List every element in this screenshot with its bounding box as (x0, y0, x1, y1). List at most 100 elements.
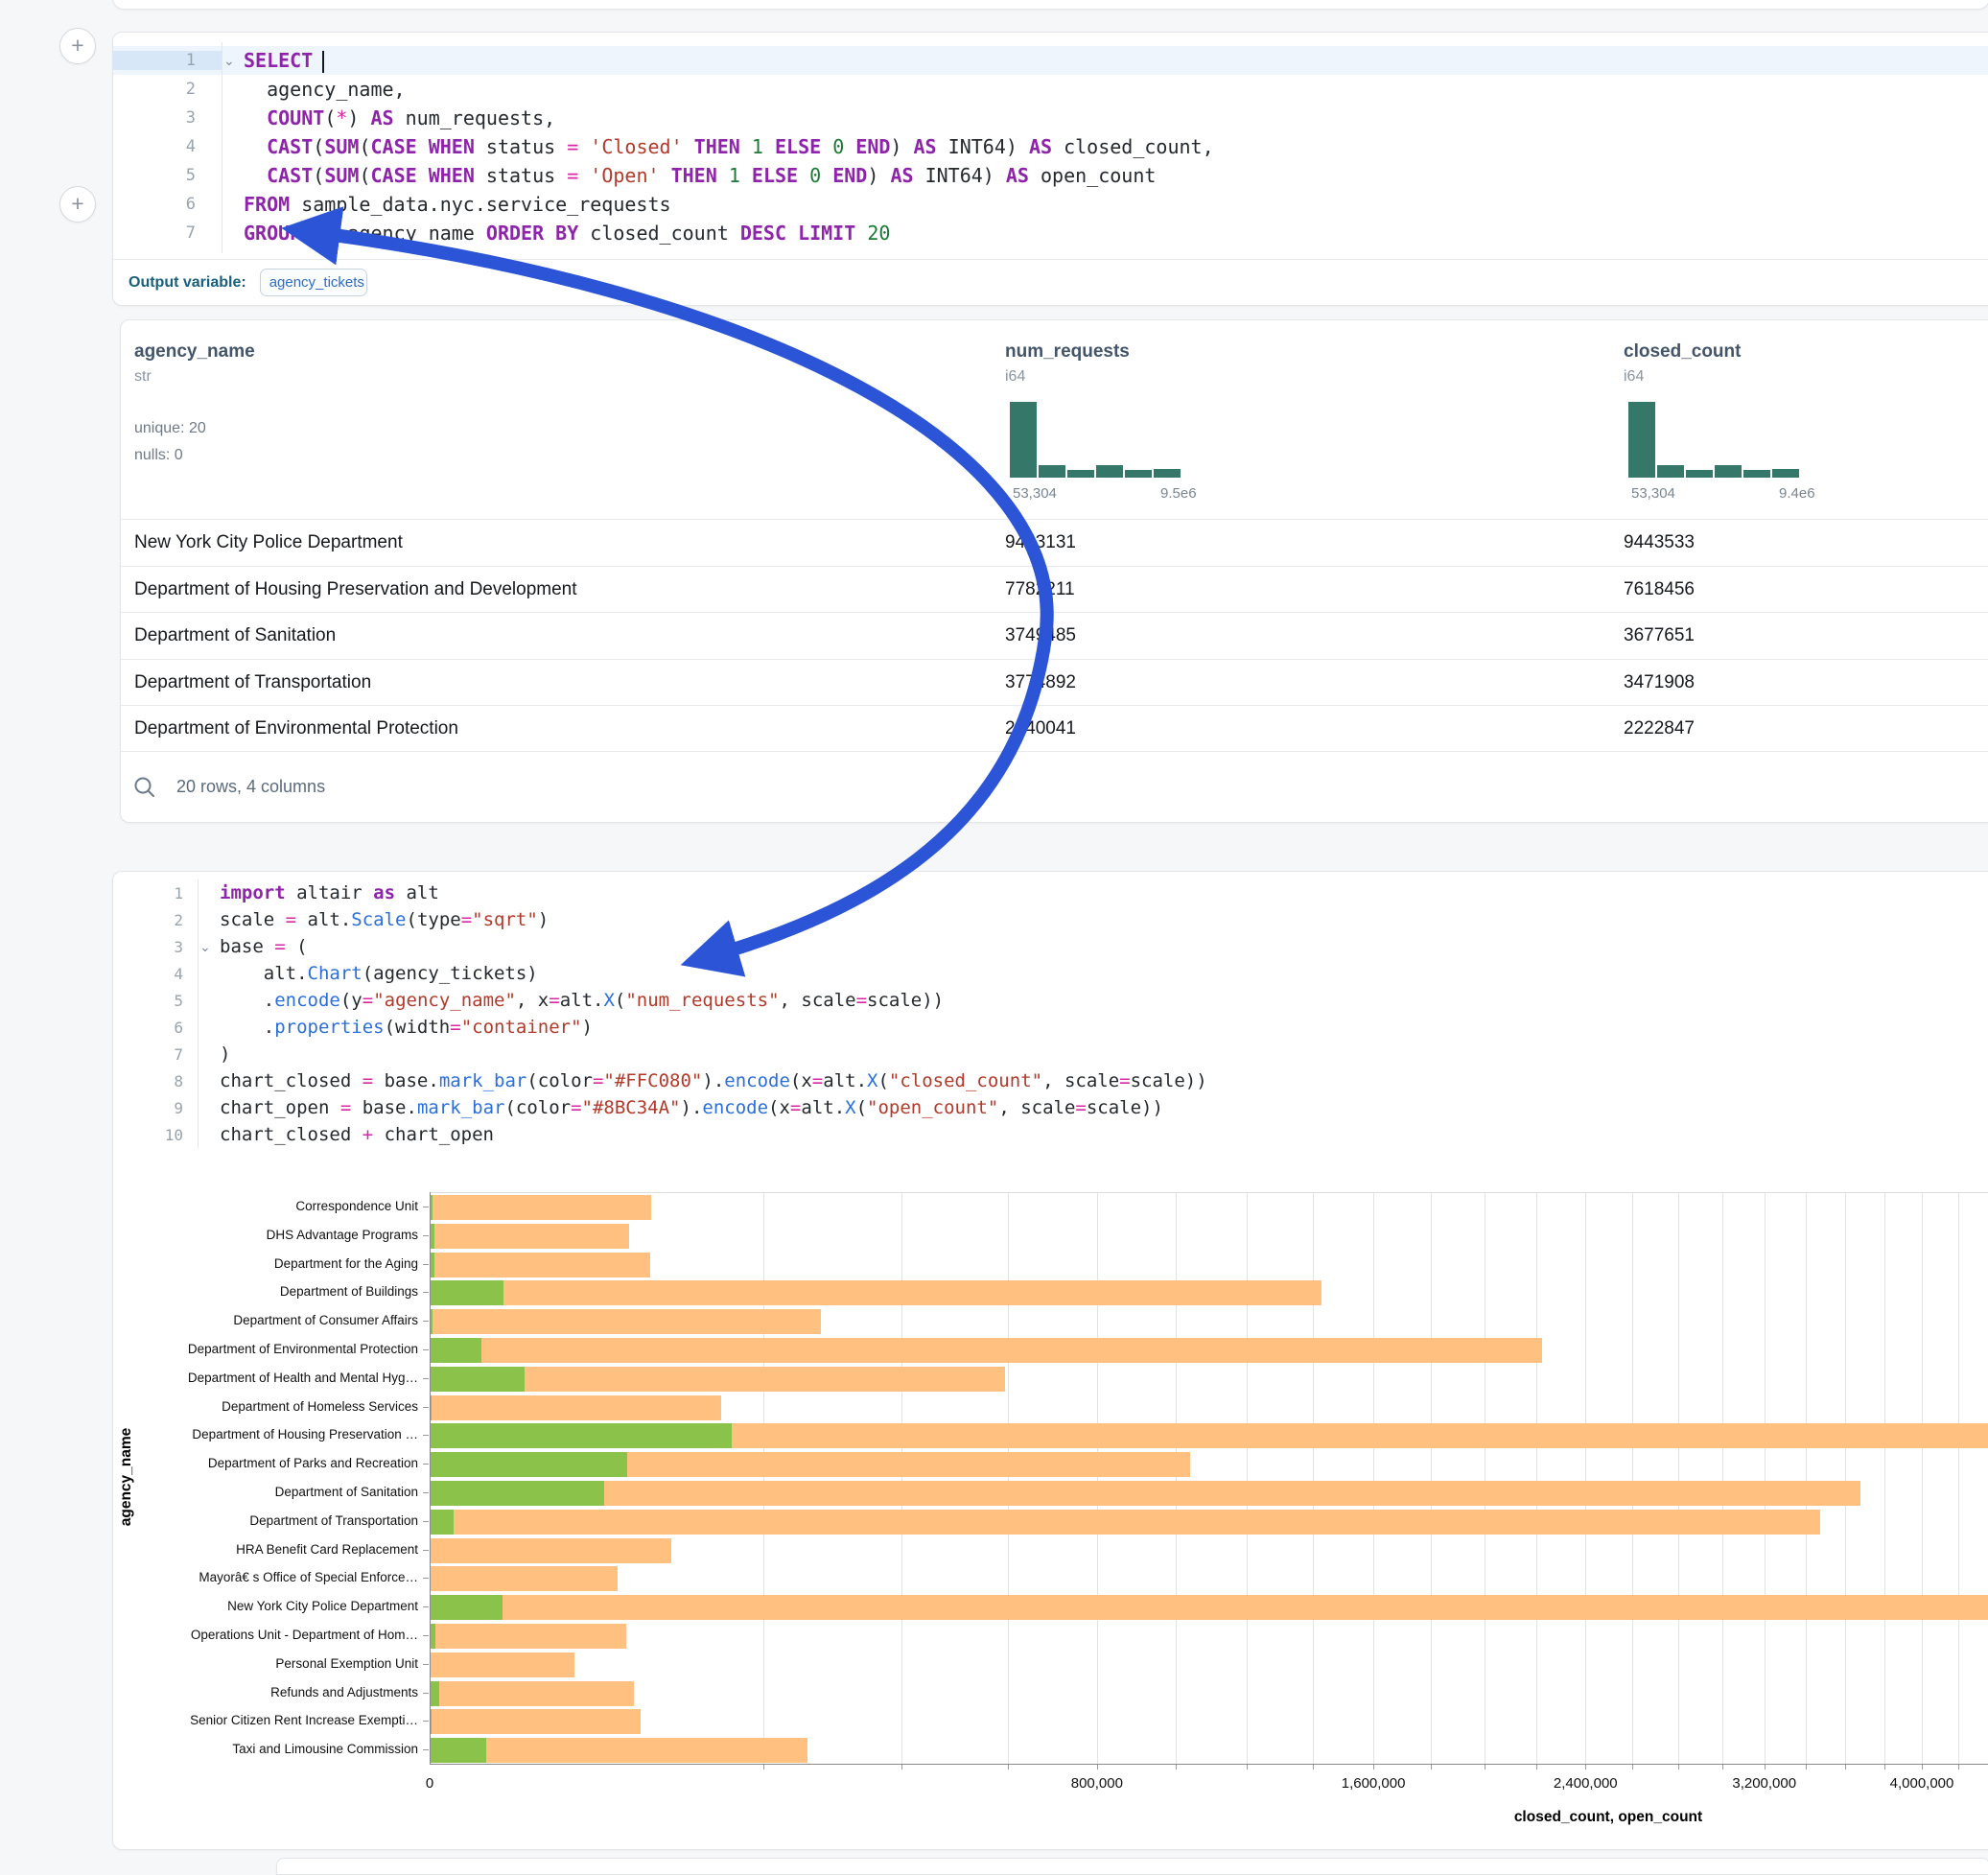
previous-cell-fragment (112, 0, 1988, 10)
bar-closed-count (430, 1652, 574, 1677)
y-axis-label: Department of Consumer Affairs (113, 1313, 418, 1327)
bar-open-count (430, 1738, 486, 1763)
bar-open-count (430, 1510, 454, 1535)
column-type: i64 (1005, 368, 1025, 386)
table-cell: Department of Housing Preservation and D… (134, 567, 577, 614)
y-axis-label: Department of Buildings (113, 1284, 418, 1299)
table-cell: 3471908 (1624, 660, 1695, 707)
code-line: 4 CAST(SUM(CASE WHEN status = 'Closed' T… (113, 132, 1988, 161)
gridline (1097, 1193, 1098, 1765)
y-axis-tick (423, 1693, 429, 1694)
x-axis-tick-label: 3,200,000 (1732, 1775, 1796, 1792)
fold-chevron-icon[interactable]: ⌄ (223, 53, 235, 69)
y-axis-label: Department of Housing Preservation … (113, 1427, 418, 1441)
y-axis-label: Department of Health and Mental Hyg… (113, 1371, 418, 1385)
y-axis-label: Personal Exemption Unit (113, 1656, 418, 1671)
y-axis-tick (423, 1635, 429, 1636)
gridline (1884, 1193, 1885, 1765)
column-header[interactable]: agency_name (134, 341, 255, 363)
fold-chevron-icon[interactable]: ⌄ (199, 939, 211, 955)
histogram-max-label: 9.5e6 (1160, 485, 1197, 502)
line-number: 7 (113, 1045, 198, 1064)
y-axis-label: New York City Police Department (113, 1599, 418, 1613)
x-axis-tick-label: 1,600,000 (1342, 1775, 1406, 1792)
bar-closed-count (430, 1510, 1820, 1535)
gridline (1247, 1193, 1248, 1765)
bar-closed-count (430, 1253, 650, 1277)
table-row: New York City Police Department945313194… (121, 519, 1988, 567)
code-line: 3 COUNT(*) AS num_requests, (113, 104, 1988, 132)
table-row: Department of Sanitation37494853677651 (121, 612, 1988, 660)
code-line: 1import altair as alt (113, 879, 1988, 906)
sql-cell: 1⌄SELECT2 agency_name,3 COUNT(*) AS num_… (112, 32, 1988, 306)
code-text: chart_closed = base.mark_bar(color="#FFC… (198, 1070, 1988, 1091)
histogram-bar (1067, 470, 1094, 478)
column-type: i64 (1624, 368, 1644, 386)
bar-closed-count (430, 1566, 618, 1591)
y-axis-tick (423, 1521, 429, 1522)
line-number: 4 (113, 965, 198, 983)
bar-open-count (430, 1280, 503, 1305)
line-number: 10 (113, 1126, 198, 1144)
code-line: 8chart_closed = base.mark_bar(color="#FF… (113, 1067, 1988, 1094)
column-type: str (134, 368, 152, 386)
y-axis-tick (423, 1578, 429, 1579)
add-cell-button-top[interactable]: + (59, 28, 96, 64)
line-number: 3 (113, 108, 222, 128)
histogram-min-label: 53,304 (1013, 485, 1057, 502)
python-code-editor[interactable]: 1import altair as alt2scale = alt.Scale(… (113, 879, 1988, 1148)
table-cell: 7782211 (1005, 567, 1075, 614)
code-line: 1⌄SELECT (113, 46, 1988, 75)
y-axis-label: Taxi and Limousine Commission (113, 1742, 418, 1756)
table-row: Department of Environmental Protection22… (121, 705, 1988, 753)
gridline (1845, 1193, 1846, 1765)
code-text: chart_closed + chart_open (198, 1124, 1988, 1145)
output-variable-pill[interactable]: agency_tickets (260, 269, 367, 296)
y-axis-label: Department for the Aging (113, 1256, 418, 1271)
y-axis-tick (423, 1435, 429, 1436)
bar-closed-count (430, 1738, 807, 1763)
code-line: 9chart_open = base.mark_bar(color="#8BC3… (113, 1094, 1988, 1121)
line-number: 5 (113, 166, 222, 185)
code-text: base = ( (198, 936, 1988, 957)
y-axis-tick (423, 1264, 429, 1265)
x-axis-title: closed_count, open_count (1493, 1809, 1723, 1826)
gridline (1722, 1193, 1723, 1765)
table-cell: Department of Sanitation (134, 613, 336, 660)
code-text: alt.Chart(agency_tickets) (198, 963, 1988, 984)
sql-code-editor[interactable]: 1⌄SELECT2 agency_name,3 COUNT(*) AS num_… (113, 46, 1988, 247)
column-histogram (1628, 402, 1801, 478)
bar-closed-count (430, 1309, 821, 1334)
histogram-bar (1628, 402, 1655, 478)
bar-closed-count (430, 1624, 626, 1649)
y-axis-label: DHS Advantage Programs (113, 1228, 418, 1242)
gridline (1765, 1193, 1766, 1765)
histogram-bar (1715, 465, 1742, 478)
line-number: 5 (113, 992, 198, 1010)
column-header[interactable]: num_requests (1005, 341, 1130, 363)
bar-open-count (430, 1423, 732, 1448)
bar-open-count (430, 1595, 503, 1620)
bar-closed-count (430, 1709, 641, 1734)
histogram-bar (1039, 465, 1065, 478)
table-cell: New York City Police Department (134, 520, 403, 567)
line-number: 3 (113, 938, 198, 956)
column-header[interactable]: closed_count (1624, 341, 1741, 363)
line-number: 4 (113, 137, 222, 156)
x-axis-tick-label: 800,000 (1071, 1775, 1123, 1792)
gridline (1585, 1193, 1586, 1765)
code-line: 5 .encode(y="agency_name", x=alt.X("num_… (113, 987, 1988, 1014)
bar-open-count (430, 1367, 525, 1392)
code-text: .encode(y="agency_name", x=alt.X("num_re… (198, 990, 1988, 1011)
code-line: 6FROM sample_data.nyc.service_requests (113, 190, 1988, 219)
y-axis-tick (423, 1407, 429, 1408)
bar-closed-count (430, 1338, 1542, 1363)
gridline (1373, 1193, 1374, 1765)
code-text: CAST(SUM(CASE WHEN status = 'Closed' THE… (222, 135, 1988, 158)
bar-closed-count (430, 1681, 634, 1706)
gridline (1806, 1193, 1807, 1765)
bar-open-count (430, 1681, 439, 1706)
y-axis-label: Correspondence Unit (113, 1199, 418, 1213)
add-cell-button-middle[interactable]: + (59, 186, 96, 223)
search-icon[interactable] (132, 775, 157, 800)
